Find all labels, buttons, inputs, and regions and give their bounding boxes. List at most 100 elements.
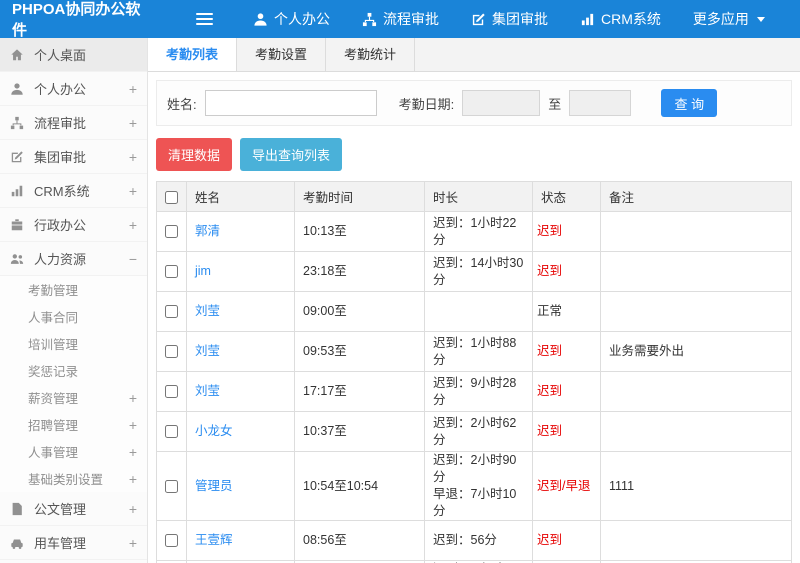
sidebar-item-documents[interactable]: 公文管理 +	[0, 492, 147, 526]
sidebar-subitem-rewards[interactable]: 奖惩记录	[0, 357, 147, 384]
sidebar: 个人桌面 个人办公 + 流程审批 + 集团审批 + CRM系统 + 行政办公 +…	[0, 38, 148, 563]
workflow-icon	[362, 12, 377, 27]
sidebar-subitem-recruitment[interactable]: 招聘管理 +	[0, 411, 147, 438]
expand-icon[interactable]: +	[125, 471, 137, 487]
duration: 迟到：1小时22分	[424, 211, 533, 252]
employee-name-link[interactable]: 小龙女	[195, 424, 233, 438]
edit-icon	[471, 12, 486, 27]
row-checkbox[interactable]	[165, 479, 178, 493]
row-checkbox[interactable]	[165, 265, 178, 279]
sidebar-item-label: CRM系统	[34, 184, 90, 199]
employee-name-link[interactable]: 刘莹	[195, 384, 220, 398]
collapse-icon[interactable]: −	[125, 251, 137, 267]
table-row: 郭清 10:13至 迟到：1小时22分 迟到	[156, 211, 792, 252]
row-checkbox[interactable]	[165, 425, 178, 439]
row-checkbox[interactable]	[165, 534, 178, 548]
expand-icon[interactable]: +	[125, 149, 137, 165]
app-window: PHPOA协同办公软件 个人办公 流程审批 集团审批 CRM系统 更多应用 个人…	[0, 0, 800, 563]
sidebar-subitem-training[interactable]: 培训管理	[0, 330, 147, 357]
nav-more-apps[interactable]: 更多应用	[693, 9, 765, 29]
nav-label: 集团审批	[492, 11, 548, 27]
attendance-time: 10:54至10:54	[294, 451, 425, 521]
sidebar-item-label: 集团审批	[34, 150, 87, 165]
date-from-input[interactable]	[462, 90, 541, 116]
expand-icon[interactable]: +	[125, 81, 137, 97]
export-list-button[interactable]: 导出查询列表	[240, 138, 343, 171]
employee-name-link[interactable]: 管理员	[195, 479, 233, 493]
sidebar-item-group-approval[interactable]: 集团审批 +	[0, 140, 147, 174]
sidebar-item-hr[interactable]: 人力资源 −	[0, 242, 147, 276]
expand-icon[interactable]: +	[125, 417, 137, 433]
attendance-time: 10:13至	[294, 211, 425, 252]
expand-icon[interactable]: +	[125, 183, 137, 199]
menu-toggle-icon[interactable]	[196, 10, 213, 28]
select-all-checkbox[interactable]	[165, 190, 178, 204]
row-checkbox[interactable]	[165, 385, 178, 399]
clean-data-button[interactable]: 清理数据	[156, 138, 233, 171]
attendance-table: 姓名 考勤时间 时长 状态 备注 郭清 10:13至 迟到：1小时22分 迟到 …	[156, 181, 792, 563]
status-badge: 迟到	[532, 251, 601, 292]
note: 1111	[600, 451, 792, 521]
sidebar-subitem-attendance[interactable]: 考勤管理	[0, 276, 147, 303]
sidebar-item-personal-office[interactable]: 个人办公 +	[0, 72, 147, 106]
nav-workflow-approval[interactable]: 流程审批	[362, 9, 439, 29]
status-badge: 迟到	[532, 411, 601, 452]
sidebar-item-label: 个人办公	[34, 82, 87, 97]
topbar: PHPOA协同办公软件 个人办公 流程审批 集团审批 CRM系统 更多应用	[0, 0, 800, 39]
user-icon	[10, 82, 26, 96]
expand-icon[interactable]: +	[125, 115, 137, 131]
car-icon	[10, 536, 26, 550]
employee-name-link[interactable]: jim	[195, 264, 211, 278]
expand-icon[interactable]: +	[125, 390, 137, 406]
sidebar-item-workflow-approval[interactable]: 流程审批 +	[0, 106, 147, 140]
top-nav: 个人办公 流程审批 集团审批 CRM系统 更多应用	[253, 9, 765, 29]
sidebar-subitem-base-category[interactable]: 基础类别设置 +	[0, 465, 147, 492]
duration: 迟到：14小时30分	[424, 251, 533, 292]
expand-icon[interactable]: +	[125, 535, 137, 551]
status-badge: 正常	[532, 291, 601, 332]
app-title: PHPOA协同办公软件	[12, 1, 141, 39]
table-row: 王壹辉 08:56至 迟到：56分 迟到	[156, 520, 792, 561]
employee-name-link[interactable]: 刘莹	[195, 344, 220, 358]
row-checkbox[interactable]	[165, 345, 178, 359]
status-badge: 迟到	[532, 331, 601, 372]
nav-group-approval[interactable]: 集团审批	[471, 9, 548, 29]
sidebar-item-admin-office[interactable]: 行政办公 +	[0, 208, 147, 242]
sidebar-subitem-salary[interactable]: 薪资管理 +	[0, 384, 147, 411]
sidebar-item-desktop[interactable]: 个人桌面	[0, 38, 147, 72]
employee-name-link[interactable]: 郭清	[195, 224, 220, 238]
expand-icon[interactable]: +	[125, 217, 137, 233]
table-row: 刘莹 17:17至 迟到：9小时28分 迟到	[156, 371, 792, 412]
sidebar-subitem-contract[interactable]: 人事合同	[0, 303, 147, 330]
home-icon	[10, 48, 26, 62]
tab-attendance-list[interactable]: 考勤列表	[148, 38, 238, 71]
employee-name-link[interactable]: 王壹辉	[195, 533, 233, 547]
sidebar-item-crm[interactable]: CRM系统 +	[0, 174, 147, 208]
tab-attendance-stats[interactable]: 考勤统计	[326, 38, 416, 71]
row-checkbox[interactable]	[165, 305, 178, 319]
sidebar-subitem-personnel[interactable]: 人事管理 +	[0, 438, 147, 465]
sidebar-item-label: 个人桌面	[34, 48, 87, 63]
search-button[interactable]: 查 询	[661, 89, 718, 117]
employee-name-link[interactable]: 刘莹	[195, 304, 220, 318]
sidebar-item-vehicle[interactable]: 用车管理 +	[0, 526, 147, 560]
attendance-time: 08:56至	[294, 520, 425, 561]
table-row: 刘莹 09:53至 迟到：1小时88分 迟到 业务需要外出	[156, 331, 792, 372]
table-header-row: 姓名 考勤时间 时长 状态 备注	[156, 181, 792, 212]
col-header-time: 考勤时间	[294, 181, 425, 212]
status-badge: 迟到	[532, 371, 601, 412]
row-checkbox[interactable]	[165, 225, 178, 239]
sidebar-item-label: 基础类别设置	[28, 473, 104, 487]
nav-label: 个人办公	[274, 11, 330, 27]
tab-bar: 考勤列表 考勤设置 考勤统计	[148, 38, 800, 72]
tab-attendance-settings[interactable]: 考勤设置	[237, 38, 327, 71]
name-input[interactable]	[204, 90, 377, 116]
date-label: 考勤日期:	[398, 96, 455, 112]
col-header-duration: 时长	[424, 181, 533, 212]
date-to-input[interactable]	[569, 90, 632, 116]
note: 业务需要外出	[600, 331, 792, 372]
expand-icon[interactable]: +	[125, 501, 137, 517]
expand-icon[interactable]: +	[125, 444, 137, 460]
nav-personal-office[interactable]: 个人办公	[253, 9, 330, 29]
nav-crm[interactable]: CRM系统	[580, 9, 661, 29]
